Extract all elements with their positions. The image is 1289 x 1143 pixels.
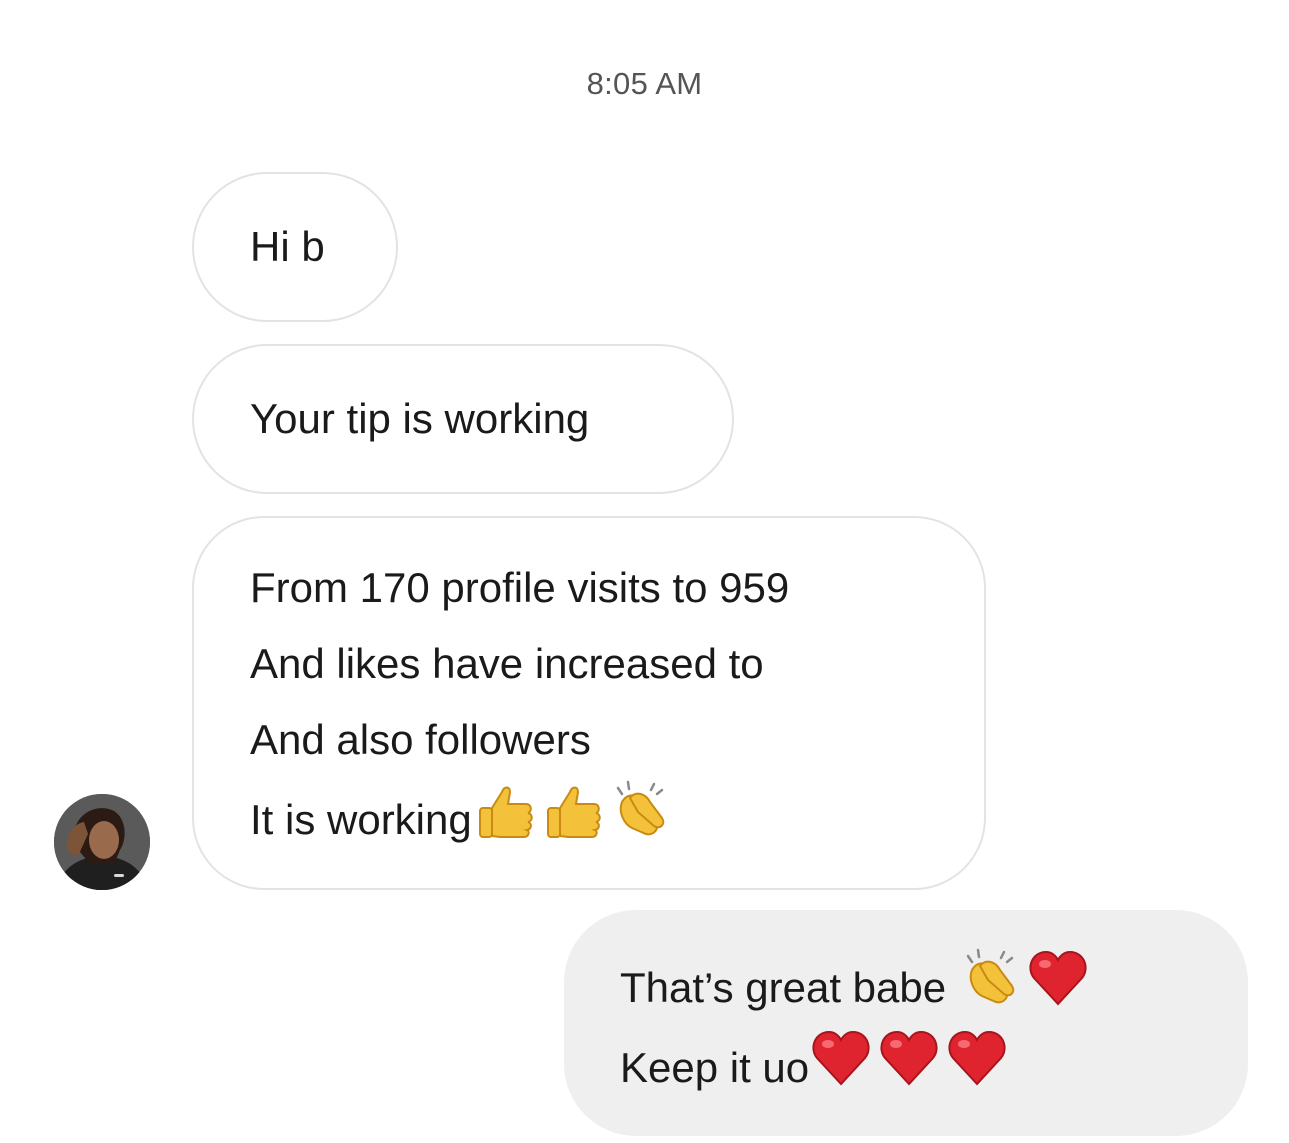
message-text: Your tip is working [250,395,590,442]
message-text: And also followers [250,716,591,763]
outgoing-message-bubble[interactable]: That’s great babe Keep it uo [564,910,1248,1136]
profile-photo-avatar [54,794,150,890]
sender-avatar[interactable] [54,794,150,890]
message-timestamp: 8:05 AM [586,66,703,101]
message-text: And likes have increased to [250,640,764,687]
incoming-message-bubble[interactable]: From 170 profile visits to 959 And likes… [192,516,986,890]
clapping-hands-icon [958,946,1022,1010]
red-heart-icon [1026,946,1090,1010]
message-text-line: It is working [250,778,984,858]
red-heart-icon [877,1026,941,1090]
red-heart-icon [809,1026,873,1090]
red-heart-icon [945,1026,1009,1090]
message-text: From 170 profile visits to 959 [250,564,790,611]
incoming-message-bubble[interactable]: Your tip is working [192,344,734,494]
clapping-hands-icon [608,778,672,842]
message-text: Keep it uo [620,1044,810,1091]
message-text: Hi b [250,223,325,270]
incoming-message-bubble[interactable]: Hi b [192,172,398,322]
message-text: It is working [250,796,472,843]
message-text-line: That’s great babe [620,946,1248,1026]
message-text-line: Keep it uo [620,1026,1248,1106]
thumbs-up-icon [540,778,604,842]
thumbs-up-icon [472,778,536,842]
message-text: That’s great babe [620,964,947,1011]
